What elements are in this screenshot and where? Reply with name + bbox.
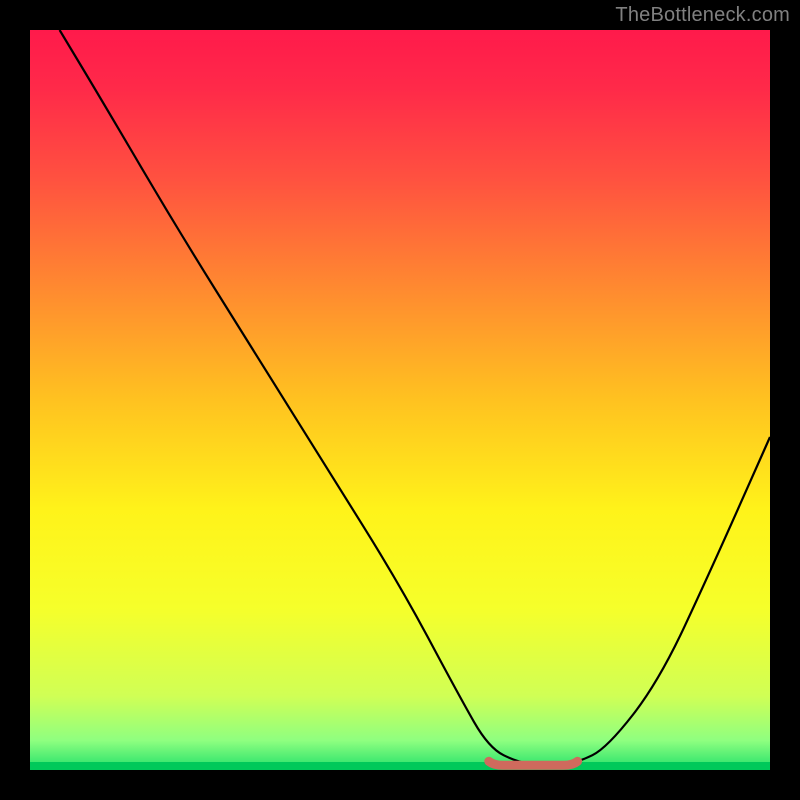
- plot-area: [30, 30, 770, 770]
- chart-svg: [30, 30, 770, 770]
- watermark-text: TheBottleneck.com: [615, 4, 790, 27]
- optimal-range-marker: [489, 761, 578, 765]
- bottom-green-band: [30, 762, 770, 770]
- gradient-background: [30, 30, 770, 770]
- chart-frame: TheBottleneck.com: [0, 0, 800, 800]
